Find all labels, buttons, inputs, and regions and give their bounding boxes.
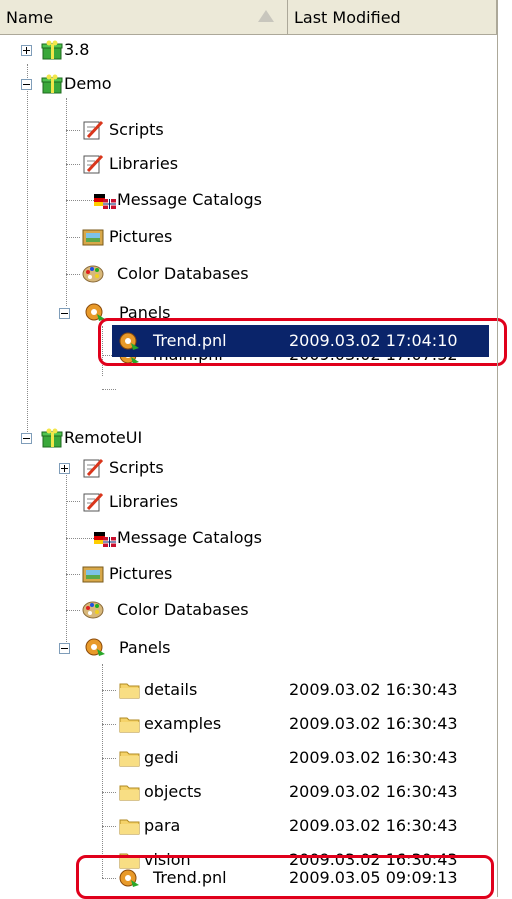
tree-node-folder[interactable]: gedi 2009.03.02 16:30:43 [0, 742, 497, 774]
tree-node-label: Scripts [109, 120, 164, 139]
project-gift-icon [41, 40, 63, 60]
tree-guide-line [102, 389, 116, 390]
tree-node-label: 3.8 [64, 40, 90, 59]
expand-icon[interactable] [59, 463, 70, 474]
tree-node-label: Panels [119, 638, 171, 657]
last-modified-column-header[interactable]: Last Modified [288, 0, 497, 34]
pictures-icon [82, 229, 104, 246]
folder-icon [119, 819, 140, 835]
collapse-icon[interactable] [21, 79, 32, 90]
tree-node-label: Libraries [109, 154, 179, 173]
project-tree: 3.8 Demo Scripts Libraries Message Catal… [0, 34, 497, 897]
tree-node-label: details [144, 680, 198, 699]
folder-icon [119, 717, 140, 733]
tree-node-label: Pictures [109, 227, 173, 246]
highlight-box-remoteui-trend [76, 855, 494, 899]
tree-node-label: Message Catalogs [117, 190, 262, 209]
tree-node-libraries[interactable]: Libraries [0, 486, 497, 518]
tree-node-label: Color Databases [117, 264, 249, 283]
tree-node-label: Color Databases [117, 600, 249, 619]
tree-node-pictures[interactable]: Pictures [0, 221, 497, 253]
tree-node-pictures[interactable]: Pictures [0, 558, 497, 590]
project-gift-icon [41, 428, 63, 448]
right-border [497, 0, 498, 897]
pictures-icon [82, 566, 104, 583]
tree-node-3-8[interactable]: 3.8 [0, 34, 497, 66]
tree-node-demo[interactable]: Demo [0, 68, 497, 100]
tree-node-remoteui[interactable]: RemoteUI [0, 422, 497, 454]
tree-node-label: objects [144, 782, 202, 801]
collapse-icon[interactable] [59, 643, 70, 654]
scripts-icon [83, 458, 104, 478]
tree-node-label: Message Catalogs [117, 528, 262, 547]
tree-node-folder[interactable]: examples 2009.03.02 16:30:43 [0, 708, 497, 740]
expand-icon[interactable] [21, 45, 32, 56]
tree-node-label: examples [144, 714, 222, 733]
tree-node-label: Pictures [109, 564, 173, 583]
last-modified-column-label: Last Modified [294, 8, 401, 27]
tree-node-label: gedi [144, 748, 179, 767]
tree-node-folder[interactable]: para 2009.03.02 16:30:43 [0, 810, 497, 842]
tree-node-label: Scripts [109, 458, 164, 477]
last-modified-value: 2009.03.02 16:30:43 [289, 816, 458, 835]
tree-node-color-databases[interactable]: Color Databases [0, 594, 497, 626]
tree-node-label: RemoteUI [64, 428, 143, 447]
message-catalogs-flag-icon [94, 532, 116, 547]
folder-icon [119, 683, 140, 699]
tree-node-color-databases[interactable]: Color Databases [0, 258, 497, 290]
tree-node-scripts[interactable]: Scripts [0, 452, 497, 484]
scripts-icon [83, 120, 104, 140]
tree-node-folder[interactable]: details 2009.03.02 16:30:43 [0, 674, 497, 706]
column-header: Name Last Modified [0, 0, 497, 35]
tree-node-scripts[interactable]: Scripts [0, 114, 497, 146]
tree-node-label: Demo [64, 74, 112, 93]
color-palette-icon [82, 265, 104, 283]
name-column-header[interactable]: Name [0, 0, 288, 34]
folder-icon [119, 785, 140, 801]
color-palette-icon [82, 601, 104, 619]
sort-ascending-icon [258, 10, 274, 22]
tree-node-libraries[interactable]: Libraries [0, 148, 497, 180]
collapse-icon[interactable] [59, 308, 70, 319]
name-column-label: Name [6, 8, 54, 27]
highlight-box-demo-trend [98, 318, 507, 366]
tree-node-message-catalogs[interactable]: Message Catalogs [0, 522, 497, 554]
last-modified-value: 2009.03.02 16:30:43 [289, 714, 458, 733]
message-catalogs-flag-icon [94, 194, 116, 209]
libraries-icon [83, 492, 104, 512]
tree-node-folder[interactable]: objects 2009.03.02 16:30:43 [0, 776, 497, 808]
project-gift-icon [41, 74, 63, 94]
panels-gear-icon [85, 638, 105, 656]
last-modified-value: 2009.03.02 16:30:43 [289, 782, 458, 801]
libraries-icon [83, 154, 104, 174]
collapse-icon[interactable] [21, 433, 32, 444]
last-modified-value: 2009.03.02 16:30:43 [289, 680, 458, 699]
last-modified-value: 2009.03.02 16:30:43 [289, 748, 458, 767]
tree-node-panels[interactable]: Panels [0, 632, 497, 664]
folder-icon [119, 751, 140, 767]
tree-node-message-catalogs[interactable]: Message Catalogs [0, 184, 497, 216]
tree-node-label: para [144, 816, 181, 835]
tree-node-label: Libraries [109, 492, 179, 511]
